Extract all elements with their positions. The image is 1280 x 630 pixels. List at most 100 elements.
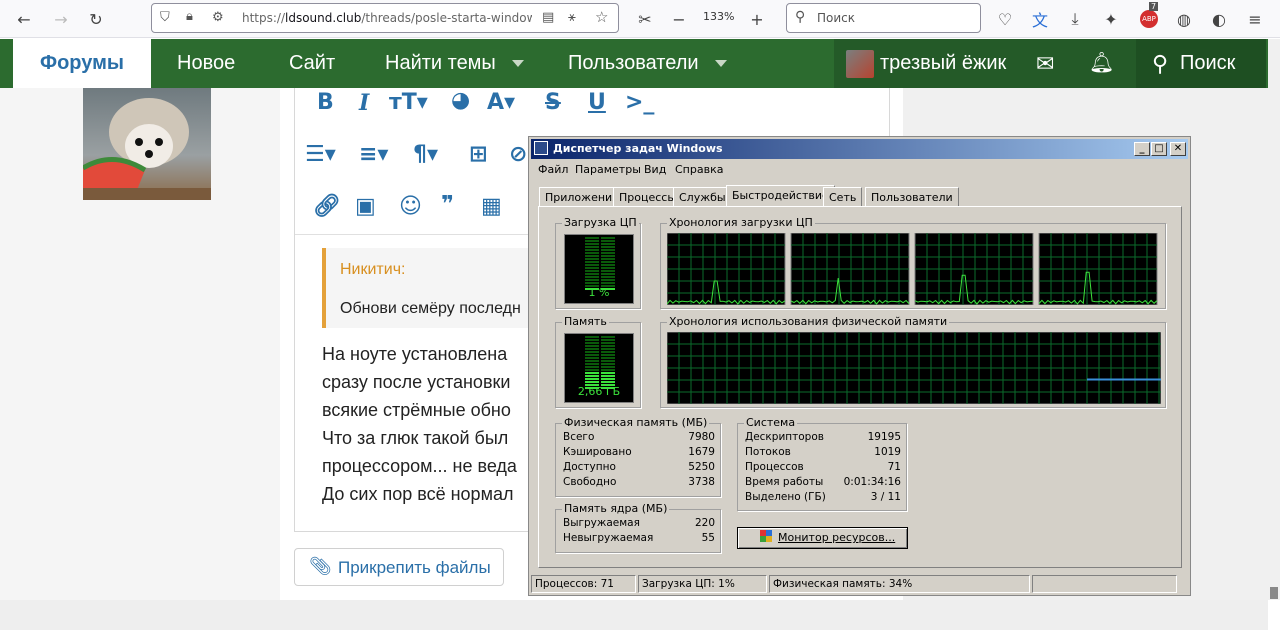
link-icon[interactable]: 🔗︎ — [313, 194, 341, 219]
zoom-level[interactable]: 133% — [703, 10, 734, 23]
browser-search-input[interactable]: ⚲ Поиск — [786, 3, 981, 33]
quote-block: Никитич: Обнови семёру последн — [322, 248, 528, 328]
menu-options[interactable]: Параметры — [575, 163, 641, 176]
task-manager-window[interactable]: Диспетчер задач Windows _ □ ✕ Файл Парам… — [528, 136, 1191, 596]
font-icon[interactable]: A▾ — [487, 90, 515, 115]
memory-meter-segment — [601, 378, 615, 380]
cpu-meter-segment — [601, 237, 615, 239]
pocket-icon[interactable]: ♡ — [993, 7, 1017, 31]
tab-forums[interactable]: Форумы — [13, 39, 151, 88]
downloads-icon[interactable]: ⤓ — [1063, 7, 1087, 31]
shield-icon: ⛉ — [160, 10, 170, 25]
zoom-out-icon[interactable]: − — [667, 7, 691, 31]
hedgehog-image — [83, 98, 211, 200]
memory-meter-segment — [601, 339, 615, 341]
tab-services[interactable]: Службы — [673, 187, 732, 207]
tab-network[interactable]: Сеть — [823, 187, 863, 207]
memory-meter-segment — [585, 372, 599, 374]
palette-icon[interactable]: ◕ — [451, 88, 470, 113]
quote-text: Обнови семёру последн — [340, 300, 521, 317]
resource-monitor-button[interactable]: Монитор ресурсов... — [737, 527, 908, 549]
title-bar[interactable]: Диспетчер задач Windows _ □ ✕ — [531, 139, 1188, 159]
tab-site[interactable]: Сайт — [289, 39, 335, 88]
extensions-icon[interactable]: ✦ — [1099, 7, 1123, 31]
cpu-meter-bars — [585, 237, 615, 290]
attach-files-button[interactable]: 📎︎ Прикрепить файлы — [294, 548, 504, 586]
kernel-memory-group: Память ядра (МБ) Выгружаемая 220 Невыгруж… — [555, 502, 721, 553]
maximize-button[interactable]: □ — [1151, 142, 1167, 156]
url-bar[interactable]: ⛉ 🔒︎ ⚙ https://ldsound.club/threads/posl… — [151, 3, 619, 33]
cpu-history-group: Хронология загрузки ЦП — [660, 216, 1166, 309]
search-button[interactable]: ⚲ Поиск — [1136, 39, 1266, 88]
quote-icon[interactable]: ❞ — [441, 192, 454, 217]
post-line: До сих пор всё нормал — [322, 484, 514, 504]
list-icon[interactable]: ☰▾ — [305, 142, 336, 167]
underline-icon[interactable]: U — [588, 90, 606, 115]
translate-icon[interactable]: ⚹ — [568, 10, 576, 25]
hide-icon[interactable]: ⊘ — [509, 142, 527, 167]
menu-icon[interactable]: ≡ — [1243, 7, 1267, 31]
url-text: https://ldsound.club/threads/posle-start… — [242, 11, 532, 25]
performance-panel: Загрузка ЦП 1 % Хронология загрузки ЦП П… — [538, 206, 1182, 568]
tab-find-threads[interactable]: Найти темы — [385, 39, 524, 88]
back-icon[interactable]: ← — [12, 7, 36, 31]
strikethrough-icon[interactable]: S — [545, 90, 561, 115]
translate-extension-icon[interactable]: 文 — [1028, 7, 1052, 31]
tab-performance[interactable]: Быстродействие — [726, 185, 835, 207]
cpu-meter-segment — [585, 279, 599, 281]
username-link[interactable]: трезвый ёжик — [880, 39, 1006, 88]
zoom-in-icon[interactable]: + — [745, 7, 769, 31]
tab-processes[interactable]: Процессы — [613, 187, 683, 207]
align-icon[interactable]: ≡▾ — [359, 142, 388, 167]
tab-users[interactable]: Пользователи — [865, 187, 959, 207]
tab-new[interactable]: Новое — [177, 39, 235, 88]
cpu-meter-segment — [585, 255, 599, 257]
bookmark-star-icon[interactable]: ☆ — [595, 8, 608, 26]
envelope-icon[interactable]: ✉ — [1036, 39, 1054, 88]
paragraph-icon[interactable]: ¶▾ — [413, 142, 438, 167]
tab-applications[interactable]: Приложения — [539, 187, 625, 207]
scroll-down-icon[interactable] — [1270, 587, 1278, 599]
page-scrollbar[interactable] — [1268, 39, 1280, 600]
sync-icon[interactable]: ◐ — [1207, 7, 1231, 31]
avatar[interactable] — [846, 50, 874, 78]
quote-author[interactable]: Никитич: — [340, 261, 405, 279]
smiley-icon[interactable]: ☺ — [399, 194, 422, 219]
memory-meter-segment — [585, 348, 599, 350]
memory-meter-segment — [601, 381, 615, 383]
status-empty — [1032, 575, 1177, 593]
forward-icon[interactable]: → — [49, 7, 73, 31]
image-icon[interactable]: ▣ — [355, 194, 376, 219]
screenshot-icon[interactable]: ✂ — [633, 7, 657, 31]
chevron-down-icon[interactable] — [714, 60, 727, 68]
bold-icon[interactable]: B — [317, 90, 334, 115]
bell-icon[interactable]: 🔔︎ — [1089, 39, 1114, 88]
reload-icon[interactable]: ↻ — [84, 7, 108, 31]
cpu-meter-segment — [585, 261, 599, 263]
memory-meter-segment — [585, 354, 599, 356]
table-icon[interactable]: ⊞ — [469, 142, 487, 167]
resource-monitor-icon — [760, 530, 772, 542]
cpu-meter-segment — [601, 279, 615, 281]
menu-help[interactable]: Справка — [675, 163, 723, 176]
cpu-meter-segment — [585, 252, 599, 254]
vpn-icon[interactable]: ◍ — [1172, 7, 1196, 31]
paperclip-icon: 📎︎ — [309, 556, 332, 576]
resize-grip-icon[interactable] — [1179, 575, 1189, 593]
cpu-meter-segment — [585, 267, 599, 269]
code-icon[interactable]: >_ — [625, 90, 654, 115]
cpu-usage-group: Загрузка ЦП 1 % — [555, 216, 641, 309]
minimize-button[interactable]: _ — [1134, 142, 1150, 156]
media-icon[interactable]: ▦ — [481, 194, 502, 219]
tab-members[interactable]: Пользователи — [568, 39, 727, 88]
close-button[interactable]: ✕ — [1170, 142, 1186, 156]
reader-view-icon[interactable]: ▤ — [542, 10, 554, 25]
italic-icon[interactable]: I — [359, 90, 369, 116]
adblock-icon[interactable]: ABP 7 — [1137, 2, 1161, 31]
hedgehog-avatar[interactable] — [83, 88, 211, 200]
menu-file[interactable]: Файл — [538, 163, 568, 176]
text-size-icon[interactable]: тT▾ — [389, 90, 428, 115]
menu-view[interactable]: Вид — [644, 163, 666, 176]
cpu-meter-segment — [601, 258, 615, 260]
chevron-down-icon[interactable] — [511, 60, 524, 68]
